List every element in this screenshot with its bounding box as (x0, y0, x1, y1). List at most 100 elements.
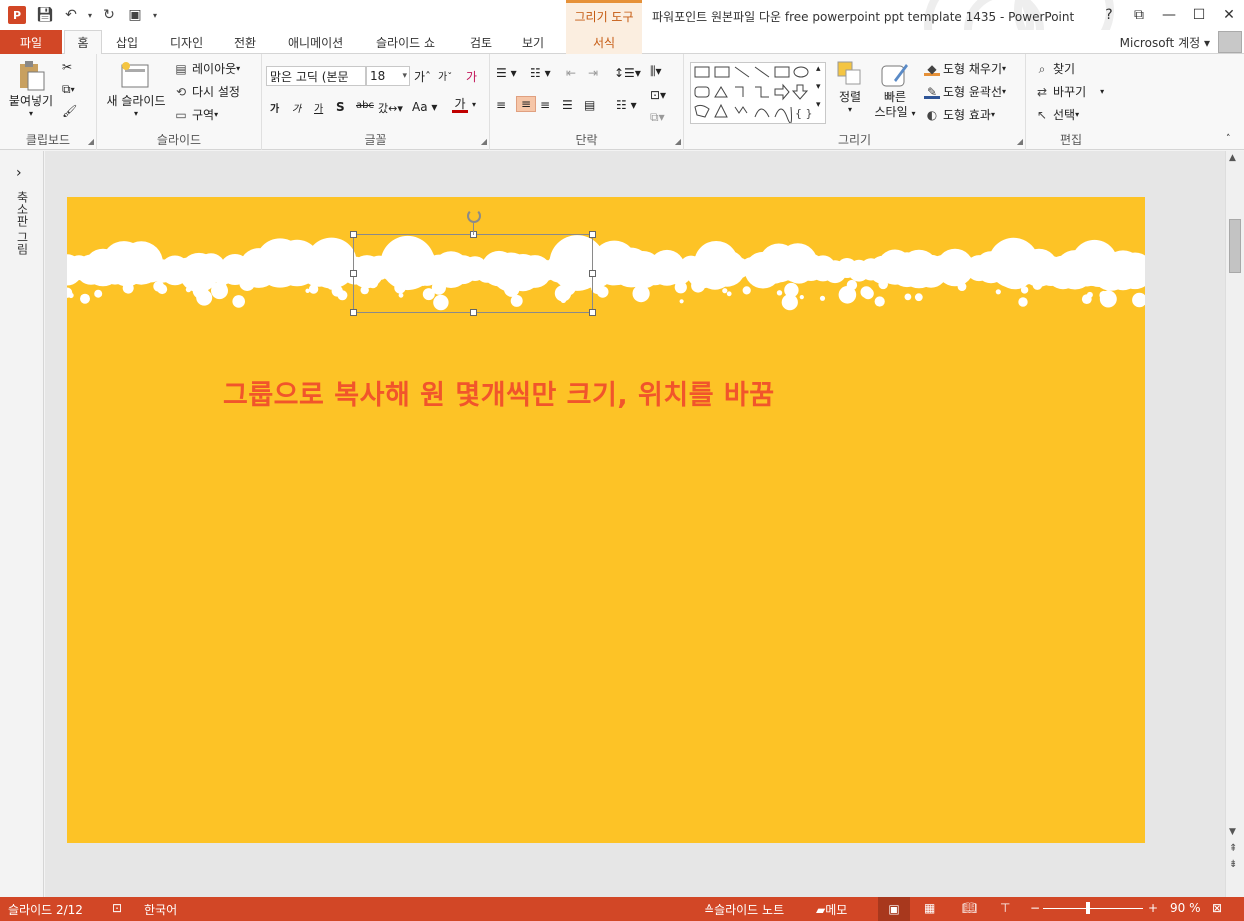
shape-effects-button[interactable]: ◐ 도형 효과 ▾ (924, 106, 995, 123)
resize-handle[interactable] (589, 309, 596, 316)
customize-qat-icon[interactable]: ▾ (148, 4, 162, 26)
shape-outline-button[interactable]: ✎ 도형 윤곽선 ▾ (924, 83, 1006, 100)
smartart-icon[interactable]: ⧉▾ (650, 110, 665, 125)
text-direction-icon[interactable]: ⫼▾ (650, 64, 662, 79)
align-right-icon[interactable]: ≡ (540, 98, 550, 112)
tab-transitions[interactable]: 전환 (226, 30, 264, 54)
section-button[interactable]: ▭ 구역 ▾ (173, 106, 218, 123)
shape-fill-button[interactable]: ◆ 도형 채우기 ▾ (924, 60, 1006, 77)
resize-handle[interactable] (350, 231, 357, 238)
prev-slide-icon[interactable]: ⇞ (1229, 843, 1237, 854)
avatar[interactable] (1218, 31, 1242, 53)
char-spacing-icon[interactable]: 갔↔▾ (378, 100, 403, 116)
quick-styles-button[interactable]: 빠른 스타일 ▾ (874, 60, 916, 121)
rotate-handle-icon[interactable] (467, 209, 481, 223)
normal-view-icon[interactable]: ▣ (878, 897, 910, 921)
account-menu[interactable]: Microsoft 계정 ▾ (1120, 34, 1210, 51)
next-slide-icon[interactable]: ⇟ (1229, 859, 1237, 870)
tab-review[interactable]: 검토 (462, 30, 500, 54)
bubble-band-graphic[interactable] (67, 197, 1145, 337)
zoom-level[interactable]: 90 % (1170, 901, 1201, 915)
shadow-icon[interactable]: S (336, 100, 345, 114)
paragraph-launcher-icon[interactable]: ◢ (675, 137, 681, 146)
shapes-scroll[interactable]: ▴ ▾ ▾ (816, 60, 821, 114)
tab-slideshow[interactable]: 슬라이드 쇼 (368, 30, 443, 54)
slide-text[interactable]: 그룹으로 복사해 원 몇개씩만 크기, 위치를 바꿈 (223, 373, 775, 412)
new-slide-button[interactable]: 새 슬라이드 ▾ (103, 60, 169, 118)
resize-handle[interactable] (589, 231, 596, 238)
close-button[interactable]: ✕ (1214, 0, 1244, 30)
find-button[interactable]: ⌕ 찾기 (1034, 60, 1075, 77)
columns-icon[interactable]: ☷ ▾ (616, 98, 637, 112)
scroll-down-icon[interactable]: ▼ (1229, 827, 1236, 837)
scrollbar-thumb[interactable] (1229, 219, 1241, 273)
cut-icon[interactable]: ✂ (62, 60, 72, 74)
slide-number[interactable]: 슬라이드 2/12 (8, 901, 83, 918)
spellcheck-icon[interactable]: ⊡ (112, 901, 122, 915)
format-painter-icon[interactable]: 🖌︎ (62, 104, 77, 118)
clipboard-launcher-icon[interactable]: ◢ (88, 137, 94, 146)
zoom-slider-thumb[interactable] (1086, 902, 1090, 914)
slide-sorter-icon[interactable]: ▦ (924, 901, 935, 915)
decrease-indent-icon[interactable]: ⇤ (566, 66, 576, 80)
replace-button[interactable]: ⇄ 바꾸기 ▾ (1034, 83, 1104, 100)
align-left-icon[interactable]: ≡ (496, 98, 506, 112)
zoom-in-icon[interactable]: + (1148, 901, 1158, 915)
strikethrough-icon[interactable]: abc (356, 100, 374, 111)
bullets-icon[interactable]: ☰ ▾ (496, 66, 517, 80)
language[interactable]: 한국어 (144, 901, 177, 918)
select-button[interactable]: ↖ 선택 ▾ (1034, 106, 1079, 123)
copy-icon[interactable]: ⧉ ▾ (62, 82, 75, 97)
numbering-icon[interactable]: ☷ ▾ (530, 66, 551, 80)
align-text-icon[interactable]: ⊡▾ (650, 88, 666, 102)
tab-insert[interactable]: 삽입 (108, 30, 146, 54)
notes-button[interactable]: ≙ 슬라이드 노트 (704, 901, 784, 918)
font-launcher-icon[interactable]: ◢ (481, 137, 487, 146)
tab-design[interactable]: 디자인 (162, 30, 211, 54)
paste-button[interactable]: 붙여넣기 ▾ (8, 60, 54, 118)
zoom-out-icon[interactable]: − (1030, 901, 1040, 915)
distribute-icon[interactable]: ▤ (584, 98, 595, 112)
resize-handle[interactable] (589, 270, 596, 277)
save-icon[interactable]: 💾︎ (32, 4, 58, 26)
font-color-dropdown-icon[interactable]: ▾ (472, 100, 476, 109)
minimize-button[interactable]: — (1154, 0, 1184, 30)
slideshow-view-icon[interactable]: ⊤ (1000, 901, 1010, 915)
present-icon[interactable]: ▣ (122, 4, 148, 26)
scroll-up-icon[interactable]: ▲ (1229, 153, 1236, 163)
undo-icon[interactable]: ↶ (58, 4, 84, 26)
clear-format-icon[interactable]: 가 (466, 68, 477, 85)
help-button[interactable]: ? (1094, 0, 1124, 30)
bold-icon[interactable]: 가 (270, 100, 279, 115)
comments-button[interactable]: ▰ 메모 (816, 901, 847, 918)
align-center-icon[interactable]: ≡ (516, 96, 536, 112)
tab-view[interactable]: 보기 (514, 30, 552, 54)
fit-slide-icon[interactable]: ⊠ (1212, 901, 1222, 915)
resize-handle[interactable] (470, 309, 477, 316)
resize-handle[interactable] (350, 270, 357, 277)
resize-handle[interactable] (350, 309, 357, 316)
reading-view-icon[interactable]: 📖︎ (962, 901, 977, 915)
grow-font-icon[interactable]: 가ˆ (414, 68, 431, 85)
slide[interactable]: 그룹으로 복사해 원 몇개씩만 크기, 위치를 바꿈 (67, 197, 1145, 843)
reset-button[interactable]: ⟲ 다시 설정 (173, 83, 240, 100)
tab-format[interactable]: 서식 (566, 30, 642, 54)
maximize-button[interactable]: ☐ (1184, 0, 1214, 30)
italic-icon[interactable]: 가 (292, 100, 301, 115)
change-case-icon[interactable]: Aa ▾ (412, 100, 437, 114)
layout-button[interactable]: ▤ 레이아웃 ▾ (173, 60, 240, 77)
line-spacing-icon[interactable]: ↕☰▾ (614, 66, 641, 80)
justify-icon[interactable]: ☰ (562, 98, 573, 112)
vertical-scrollbar[interactable]: ▲ ▼ ⇞ ⇟ (1225, 151, 1244, 897)
drawing-launcher-icon[interactable]: ◢ (1017, 137, 1023, 146)
undo-dropdown-icon[interactable]: ▾ (84, 4, 96, 26)
tab-animations[interactable]: 애니메이션 (280, 30, 351, 54)
expand-thumbnails-icon[interactable]: › (16, 165, 22, 181)
arrange-button[interactable]: 정렬 ▾ (834, 60, 866, 114)
font-color-icon[interactable]: 가 (452, 98, 468, 113)
tab-file[interactable]: 파일 (0, 30, 62, 54)
shapes-gallery[interactable]: { } (690, 62, 826, 124)
redo-icon[interactable]: ↻ (96, 4, 122, 26)
shrink-font-icon[interactable]: 가ˇ (438, 68, 452, 83)
zoom-slider[interactable] (1043, 908, 1143, 909)
